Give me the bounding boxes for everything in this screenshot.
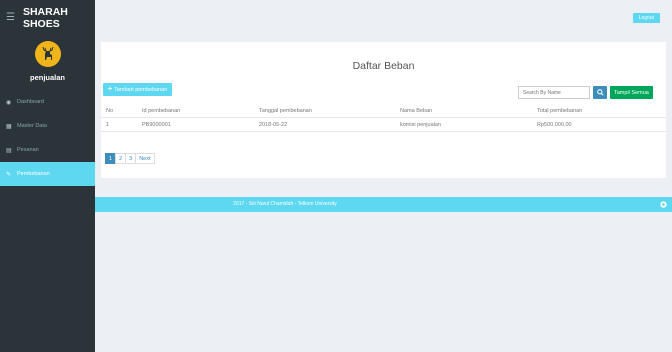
sidebar: ☰ SHARAH SHOES penjualan ◉ Dashboard ▦ M… bbox=[0, 0, 95, 352]
deer-icon bbox=[42, 46, 53, 60]
dashboard-icon: ◉ bbox=[6, 99, 12, 106]
page-title: Daftar Beban bbox=[352, 60, 415, 72]
add-button-label: Tambah pembebanan bbox=[114, 86, 168, 93]
sidebar-item-master-data[interactable]: ▦ Master Data bbox=[0, 114, 95, 138]
table-cell: Rp500.000,00 bbox=[537, 122, 572, 128]
sidebar-item-label: Pembebanan bbox=[17, 171, 50, 177]
footer: 2017 - Siti Nurul Chamidah - Telkom Univ… bbox=[95, 197, 672, 212]
username: penjualan bbox=[29, 73, 65, 82]
add-pembebanan-button[interactable]: + Tambah pembebanan bbox=[103, 83, 173, 96]
next-page-button[interactable]: Next bbox=[135, 153, 155, 164]
table-cell: PB9000001 bbox=[142, 122, 171, 128]
column-header: Tanggal pembebanan bbox=[259, 108, 312, 114]
beban-table: No Id pembebanan Tanggal pembebanan Nama… bbox=[101, 104, 666, 132]
sidebar-item-label: Master Data bbox=[17, 123, 47, 129]
show-all-button[interactable]: Tampil Semua bbox=[610, 86, 653, 99]
column-header: Id pembebanan bbox=[142, 108, 181, 114]
sidebar-item-dashboard[interactable]: ◉ Dashboard bbox=[0, 90, 95, 114]
avatar bbox=[34, 41, 61, 67]
list-icon: ▤ bbox=[6, 147, 12, 154]
plus-icon: + bbox=[108, 86, 113, 93]
search-icon bbox=[596, 89, 604, 96]
logout-button[interactable]: Logout bbox=[632, 13, 660, 23]
table-row[interactable]: 1 PB9000001 2018-05-22 komisi penjualan … bbox=[101, 118, 666, 132]
brand-name: SHARAH SHOES bbox=[22, 5, 68, 30]
search-button[interactable] bbox=[593, 86, 607, 99]
table-icon: ▦ bbox=[6, 123, 12, 130]
sidebar-item-label: Pesanan bbox=[17, 147, 39, 153]
gear-icon[interactable] bbox=[659, 200, 668, 209]
content-box: Daftar Beban + Tambah pembebanan Tampil … bbox=[101, 42, 666, 178]
sidebar-item-pembebanan[interactable]: ✎ Pembebanan bbox=[0, 162, 95, 186]
table-cell: 2018-05-22 bbox=[259, 122, 288, 128]
sidebar-item-label: Dashboard bbox=[17, 99, 44, 105]
column-header: No bbox=[106, 108, 114, 114]
user-profile: penjualan bbox=[0, 35, 95, 87]
column-header: Total pembebanan bbox=[537, 108, 583, 114]
table-header: No Id pembebanan Tanggal pembebanan Nama… bbox=[101, 104, 666, 118]
top-bar: Logout bbox=[95, 0, 672, 35]
search-input[interactable] bbox=[518, 86, 590, 99]
brand: ☰ SHARAH SHOES bbox=[0, 0, 95, 35]
edit-icon: ✎ bbox=[6, 171, 12, 178]
column-header: Nama Beban bbox=[400, 108, 433, 114]
table-cell: 1 bbox=[106, 122, 110, 128]
sidebar-item-pesanan[interactable]: ▤ Pesanan bbox=[0, 138, 95, 162]
table-cell: komisi penjualan bbox=[400, 122, 441, 128]
hamburger-menu-icon[interactable]: ☰ bbox=[6, 12, 15, 23]
sidebar-nav: ◉ Dashboard ▦ Master Data ▤ Pesanan ✎ Pe… bbox=[0, 90, 95, 186]
footer-text: 2017 - Siti Nurul Chamidah - Telkom Univ… bbox=[233, 201, 337, 207]
pagination: 1 2 3 Next bbox=[105, 153, 155, 164]
